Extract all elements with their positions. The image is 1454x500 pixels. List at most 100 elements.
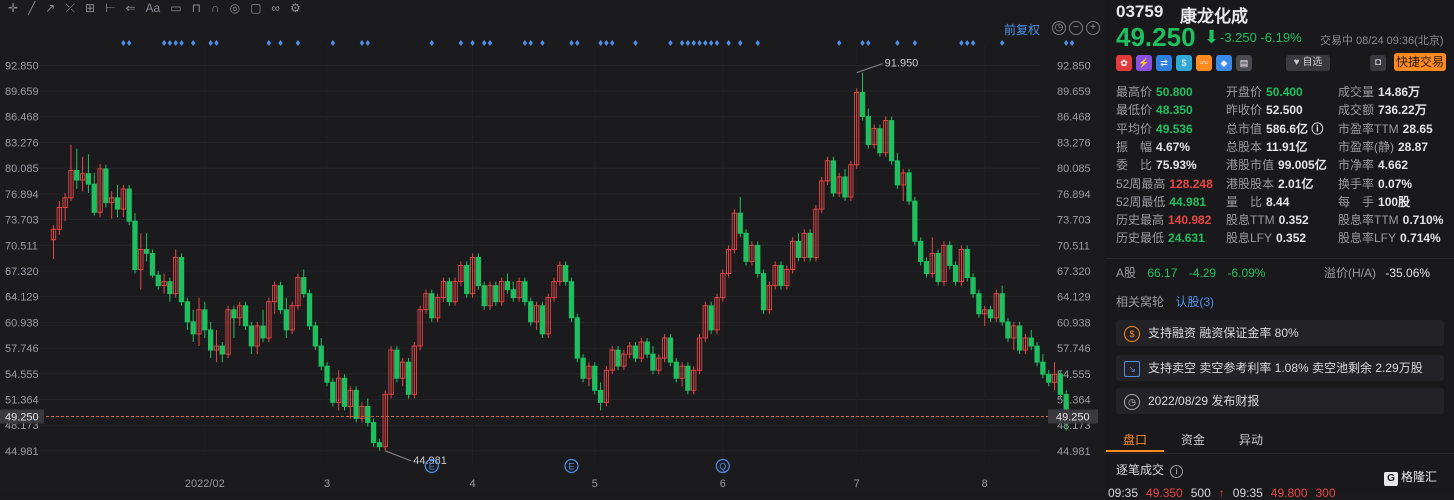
stat-value: 28.87	[1398, 139, 1429, 154]
a-share-change: -4.29	[1188, 266, 1217, 280]
candle-body	[324, 365, 330, 383]
price-axis-label-right: 76.894	[1057, 189, 1091, 201]
candle-body	[149, 252, 156, 276]
candle-body	[464, 265, 470, 295]
stat-value: 4.662	[1378, 158, 1409, 173]
candle-body	[865, 116, 871, 146]
tick-trades-title: 逐笔成交	[1116, 463, 1165, 477]
candle-body	[976, 293, 982, 315]
date-axis-label: 2022/02	[185, 478, 225, 490]
stat-value: 8.44	[1266, 194, 1290, 209]
stock-connect-icon[interactable]: ⚡	[1136, 55, 1152, 71]
candle-body	[429, 293, 435, 319]
warrants-link[interactable]: 认股(3)	[1175, 295, 1214, 309]
stat-label: 52周最低	[1116, 194, 1166, 209]
stat-item: 总市值 586.6亿 ⓘ	[1226, 120, 1323, 137]
tick-cell: 49.800	[1270, 486, 1308, 500]
chart-pane[interactable]: ✛ ╱ ↗ ⤫ ⊞ ⊢ ⇐ Aa ▭ ⊓ ∩ ◎ ▢ ∞ ⚙ 92.850 92.850 89.659 89.65…	[0, 0, 1106, 494]
history-icon[interactable]: ◷	[1052, 21, 1066, 35]
event-marker-icon	[668, 40, 673, 46]
candle-body	[987, 309, 994, 319]
candle-body	[859, 91, 866, 117]
tab-1[interactable]: 资金	[1164, 428, 1222, 452]
event-label: E	[429, 462, 435, 472]
swap-icon[interactable]: ⇄	[1156, 55, 1172, 71]
candle-body	[143, 248, 150, 254]
event-marker-icon	[860, 40, 865, 46]
candle-body	[970, 277, 976, 295]
info-card[interactable]: ◷ 2022/08/29 发布财报	[1116, 388, 1444, 414]
stat-item: 52周最低 44.981	[1116, 193, 1206, 210]
event-marker-icon	[738, 40, 743, 46]
event-marker-icon	[295, 40, 301, 46]
candle-body	[708, 305, 714, 331]
tab-0[interactable]: 盘口	[1106, 428, 1164, 452]
candle-body	[184, 301, 191, 323]
candle-body	[353, 389, 359, 419]
stat-label: 总市值	[1226, 121, 1263, 136]
candle-body	[376, 442, 383, 448]
event-marker-icon	[633, 40, 638, 46]
quick-trade-button[interactable]: 快捷交易	[1394, 53, 1446, 71]
zoom-in-icon[interactable]: +	[1086, 21, 1100, 35]
chart-zoom-controls: ◷ − +	[1052, 21, 1100, 35]
stat-item: 港股市值 99.005亿	[1226, 156, 1327, 173]
event-marker-icon	[522, 40, 528, 46]
candle-body	[644, 341, 650, 355]
tick-cell: 09:35	[1108, 486, 1139, 500]
price-change: -3.250 -6.19%	[1220, 30, 1302, 45]
candle-body	[318, 345, 324, 367]
tick-trades-header: 逐笔成交 i	[1116, 461, 1184, 478]
candle-body	[807, 232, 813, 258]
event-marker-icon	[569, 40, 574, 46]
info-card[interactable]: ↘ 支持卖空 卖空参考利率 1.08% 卖空池剩余 2.29万股	[1116, 355, 1444, 381]
tick-cell: 49.350	[1146, 486, 1183, 500]
alert-icon[interactable]: ◘	[1370, 55, 1386, 71]
info-icon[interactable]: i	[1170, 465, 1184, 478]
candle-body	[126, 188, 132, 222]
candle-body	[504, 281, 511, 291]
stat-value: 0.352	[1278, 213, 1309, 228]
candle-body	[795, 240, 802, 258]
event-marker-icon	[167, 40, 173, 46]
price-axis-label-right: 70.511	[1057, 240, 1090, 252]
high-annotation-label: 91.950	[885, 58, 919, 70]
event-marker-icon	[959, 40, 964, 46]
tick-trades-row: 09:35 49.350 500 ↑ 09:35 49.800 300	[1108, 486, 1344, 500]
event-marker-icon	[208, 40, 213, 46]
candle-body	[207, 329, 214, 351]
price-axis-label-left: 83.276	[5, 137, 39, 149]
event-marker-icon	[837, 40, 842, 46]
candle-body	[178, 256, 185, 303]
candlestick-chart[interactable]: 92.850 92.850 89.659 89.659 86.468 86.468 83.2…	[0, 0, 1106, 494]
stat-item: 换手率 0.07%	[1338, 175, 1412, 192]
stock-code: 03759	[1116, 2, 1164, 21]
zoom-out-icon[interactable]: −	[1069, 21, 1083, 35]
price-axis-label-right: 64.129	[1057, 292, 1091, 304]
event-marker-icon	[755, 40, 760, 46]
event-marker-icon	[429, 40, 434, 46]
tab-2[interactable]: 异动	[1222, 428, 1280, 452]
add-watchlist-button[interactable]: ♥ 自选	[1286, 55, 1330, 71]
candle-body	[74, 169, 80, 181]
doc-icon[interactable]: ▤	[1236, 55, 1252, 71]
adjust-mode-button[interactable]: 前复权	[1004, 21, 1040, 38]
info-card[interactable]: $ 支持融资 融资保证金率 80%	[1116, 320, 1444, 346]
event-marker-icon	[1069, 40, 1075, 46]
price-axis-label-left: 57.746	[5, 343, 39, 355]
stat-label: 振 幅	[1116, 139, 1153, 154]
margin-icon: $	[1124, 325, 1140, 342]
price-axis-label-left: 44.981	[5, 446, 39, 458]
event-marker-icon	[685, 40, 691, 46]
price-axis-label-left: 73.703	[5, 215, 39, 227]
stat-value: 52.500	[1266, 103, 1303, 118]
tag-icon[interactable]: ◆	[1216, 55, 1232, 71]
a-share-quote: A股 66.17 -4.29 -6.09%	[1116, 264, 1273, 281]
trend-icon[interactable]: 〰	[1196, 55, 1212, 71]
hk-flag-icon[interactable]: ✿	[1116, 55, 1132, 71]
event-marker-icon	[487, 40, 493, 46]
date-axis-label: 6	[720, 478, 726, 490]
candle-body	[592, 365, 598, 391]
event-marker-icon	[708, 40, 714, 46]
dollar-icon[interactable]: $	[1176, 55, 1192, 71]
